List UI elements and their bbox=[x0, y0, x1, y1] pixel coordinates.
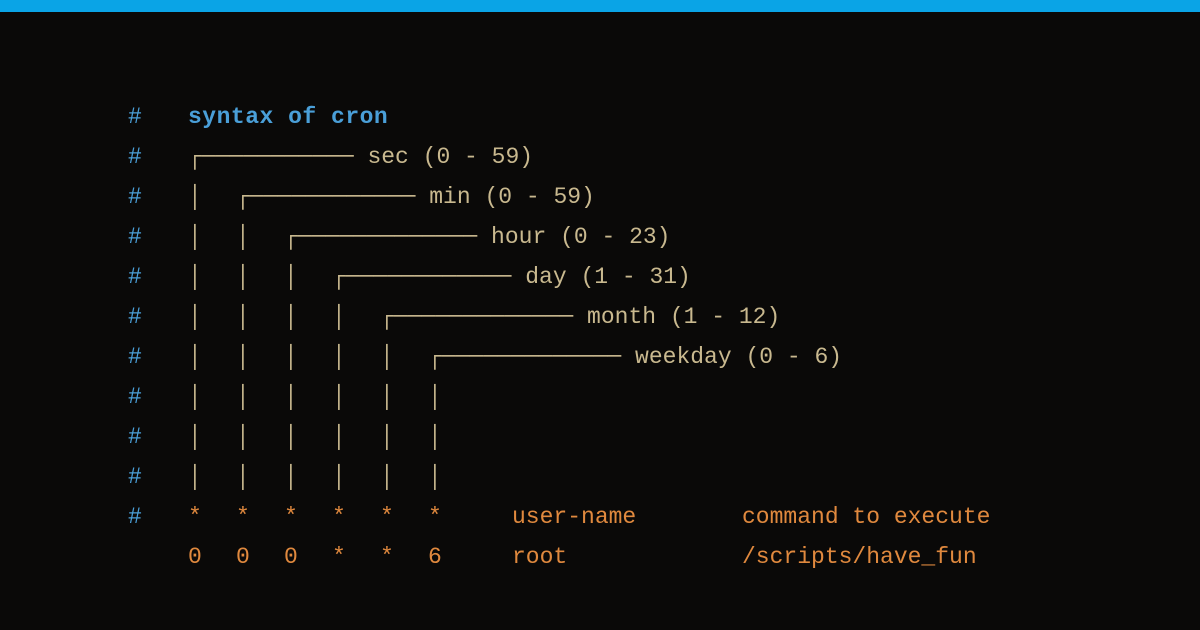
example-row: 000**6 root /scripts/have_fun bbox=[128, 537, 1200, 577]
example-value: 0 bbox=[236, 537, 284, 577]
hash-mark: # bbox=[128, 177, 188, 217]
diagram-title: syntax of cron bbox=[188, 97, 388, 137]
field-label: hour (0 - 23) bbox=[491, 217, 670, 257]
pipe-icon: │ bbox=[188, 457, 236, 497]
field-row: #│││┌──────────── day (1 - 31) bbox=[128, 257, 1200, 297]
pipe-icon: │ bbox=[332, 417, 380, 457]
pipe-icon: │ bbox=[236, 457, 284, 497]
pipe-icon: │ bbox=[332, 337, 380, 377]
example-value: 0 bbox=[188, 537, 236, 577]
pipe-icon: │ bbox=[188, 377, 236, 417]
field-label: day (1 - 31) bbox=[525, 257, 691, 297]
template-row: # ****** user-name command to execute bbox=[128, 497, 1200, 537]
spacer-row: #││││││ bbox=[128, 377, 1200, 417]
pipe-icon: │ bbox=[332, 377, 380, 417]
pipe-icon: │ bbox=[236, 297, 284, 337]
pipe-icon: │ bbox=[380, 337, 428, 377]
wildcard-star: * bbox=[428, 497, 476, 537]
field-label: sec (0 - 59) bbox=[367, 137, 533, 177]
pipe-icon: │ bbox=[188, 217, 236, 257]
corner-connector: ┌───────────── bbox=[284, 217, 491, 257]
command-column-header: command to execute bbox=[742, 497, 990, 537]
wildcard-star: * bbox=[332, 497, 380, 537]
hash-mark: # bbox=[128, 497, 188, 537]
pipe-icon: │ bbox=[188, 337, 236, 377]
field-row: #│││││┌───────────── weekday (0 - 6) bbox=[128, 337, 1200, 377]
hash-mark: # bbox=[128, 337, 188, 377]
hash-mark: # bbox=[128, 97, 188, 137]
field-row: #││││┌───────────── month (1 - 12) bbox=[128, 297, 1200, 337]
field-label: min (0 - 59) bbox=[429, 177, 595, 217]
example-value: 0 bbox=[284, 537, 332, 577]
hash-mark bbox=[128, 537, 188, 577]
hash-mark: # bbox=[128, 297, 188, 337]
example-value: * bbox=[380, 537, 428, 577]
wildcard-star: * bbox=[380, 497, 428, 537]
pipe-icon: │ bbox=[428, 417, 476, 457]
user-column-header: user-name bbox=[512, 497, 742, 537]
pipe-icon: │ bbox=[188, 257, 236, 297]
hash-mark: # bbox=[128, 457, 188, 497]
example-value: * bbox=[332, 537, 380, 577]
pipe-icon: │ bbox=[284, 377, 332, 417]
hash-mark: # bbox=[128, 377, 188, 417]
wildcard-star: * bbox=[236, 497, 284, 537]
hash-mark: # bbox=[128, 417, 188, 457]
pipe-icon: │ bbox=[284, 337, 332, 377]
pipe-icon: │ bbox=[284, 257, 332, 297]
pipe-icon: │ bbox=[284, 417, 332, 457]
field-label: weekday (0 - 6) bbox=[635, 337, 842, 377]
wildcard-star: * bbox=[188, 497, 236, 537]
title-row: # syntax of cron bbox=[128, 97, 1200, 137]
pipe-icon: │ bbox=[236, 337, 284, 377]
hash-mark: # bbox=[128, 217, 188, 257]
field-row: #││┌───────────── hour (0 - 23) bbox=[128, 217, 1200, 257]
pipe-icon: │ bbox=[236, 417, 284, 457]
hash-mark: # bbox=[128, 137, 188, 177]
wildcard-star: * bbox=[284, 497, 332, 537]
pipe-icon: │ bbox=[332, 297, 380, 337]
pipe-icon: │ bbox=[236, 257, 284, 297]
example-user: root bbox=[512, 537, 742, 577]
pipe-icon: │ bbox=[188, 177, 236, 217]
pipe-icon: │ bbox=[284, 297, 332, 337]
field-row: #┌─────────── sec (0 - 59) bbox=[128, 137, 1200, 177]
pipe-icon: │ bbox=[284, 457, 332, 497]
spacer-row: #││││││ bbox=[128, 417, 1200, 457]
corner-connector: ┌──────────── bbox=[332, 257, 525, 297]
corner-connector: ┌───────────── bbox=[380, 297, 587, 337]
pipe-icon: │ bbox=[380, 417, 428, 457]
hash-mark: # bbox=[128, 257, 188, 297]
field-row: #│┌──────────── min (0 - 59) bbox=[128, 177, 1200, 217]
pipe-icon: │ bbox=[380, 457, 428, 497]
pipe-icon: │ bbox=[332, 457, 380, 497]
pipe-icon: │ bbox=[236, 377, 284, 417]
pipe-icon: │ bbox=[188, 297, 236, 337]
spacer-row: #││││││ bbox=[128, 457, 1200, 497]
top-accent-bar bbox=[0, 0, 1200, 12]
corner-connector: ┌─────────── bbox=[188, 137, 367, 177]
corner-connector: ┌──────────── bbox=[236, 177, 429, 217]
corner-connector: ┌───────────── bbox=[428, 337, 635, 377]
example-command: /scripts/have_fun bbox=[742, 537, 977, 577]
pipe-icon: │ bbox=[428, 457, 476, 497]
pipe-icon: │ bbox=[188, 417, 236, 457]
pipe-icon: │ bbox=[236, 217, 284, 257]
pipe-icon: │ bbox=[380, 377, 428, 417]
example-value: 6 bbox=[428, 537, 476, 577]
pipe-icon: │ bbox=[428, 377, 476, 417]
field-label: month (1 - 12) bbox=[587, 297, 780, 337]
cron-diagram: # syntax of cron #┌─────────── sec (0 - … bbox=[0, 12, 1200, 577]
